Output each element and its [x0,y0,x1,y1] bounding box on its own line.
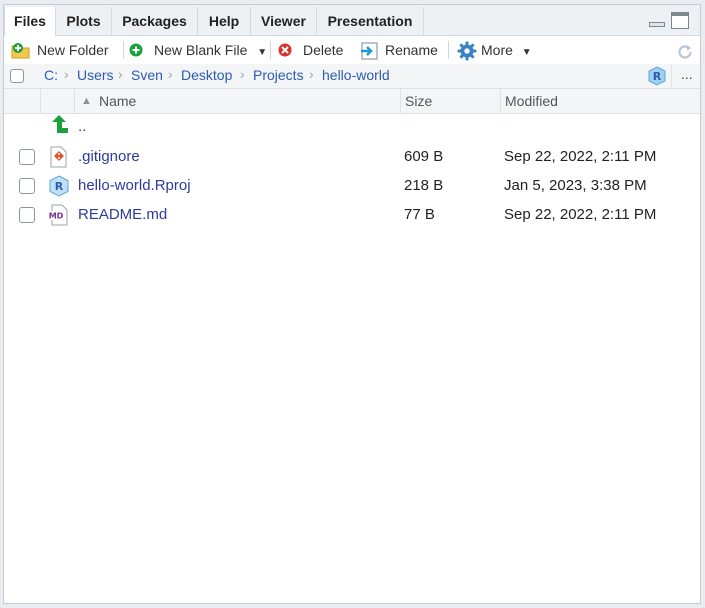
tab-files[interactable]: Files [4,7,56,36]
files-toolbar: New Folder New Blank File ▼ Delete Renam… [4,36,700,65]
breadcrumb-more-button[interactable]: ... [681,66,693,82]
tab-plots[interactable]: Plots [56,7,112,35]
rproj-file-icon: R [49,175,69,197]
name-column-header[interactable]: ▲ Name [74,89,400,113]
tab-viewer[interactable]: Viewer [251,7,317,35]
go-to-project-directory-button[interactable]: R [647,66,667,89]
file-checkbox[interactable] [19,207,35,223]
size-column-header[interactable]: Size [400,89,500,113]
breadcrumb-separator-icon: › [64,66,69,82]
file-modified: Jan 5, 2023, 3:38 PM [504,177,647,194]
breadcrumb-item-users[interactable]: Users [77,67,114,83]
go-up-arrow-icon [52,115,68,133]
breadcrumb-separator-icon: › [240,66,245,82]
new-folder-button[interactable]: New Folder [11,39,109,61]
file-checkbox[interactable] [19,178,35,194]
breadcrumb-separator-icon: › [168,66,173,82]
file-modified: Sep 22, 2022, 2:11 PM [504,148,657,165]
file-checkbox[interactable] [19,149,35,165]
delete-button[interactable]: Delete [277,39,343,61]
breadcrumb-separator-icon: › [309,66,314,82]
tab-presentation[interactable]: Presentation [317,7,424,35]
rproj-icon: R [648,66,666,86]
markdown-file-icon: MD [48,204,68,226]
rproj-icon-glyph: R [653,70,662,83]
tab-help[interactable]: Help [198,7,251,35]
git-file-icon [50,146,67,168]
sort-ascending-icon: ▲ [81,95,92,107]
breadcrumb-item-hello-world[interactable]: hello-world [322,67,390,83]
files-pane: Files Plots Packages Help Viewer Present… [3,4,701,604]
minimize-icon [649,22,665,27]
file-size: 609 B [404,148,444,165]
minimize-pane-button[interactable] [649,14,665,28]
breadcrumb-item-c[interactable]: C: [44,67,58,83]
file-size: 218 B [404,177,444,194]
new-blank-file-button[interactable]: New Blank File ▼ [129,39,267,61]
add-file-icon [129,43,143,57]
breadcrumb-item-sven[interactable]: Sven [131,67,163,83]
rproj-file-icon-glyph: R [55,180,64,193]
parent-directory-link[interactable]: .. [78,118,86,135]
more-button[interactable]: More ▼ [457,39,532,61]
rename-button[interactable]: Rename [359,39,438,61]
breadcrumb-separator-icon: › [118,66,123,82]
rename-icon [361,42,378,60]
maximize-icon [672,13,688,16]
toolbar-divider [448,41,449,59]
file-row: R hello-world.Rproj 218 B Jan 5, 2023, 3… [4,172,700,201]
toolbar-divider [123,41,124,59]
delete-icon [278,43,292,57]
refresh-icon [678,45,692,59]
toolbar-divider [270,41,271,59]
header-icon-column [40,89,74,113]
breadcrumb-divider [671,64,672,88]
file-row: .gitignore 609 B Sep 22, 2022, 2:11 PM [4,143,700,172]
breadcrumb-item-projects[interactable]: Projects [253,67,304,83]
breadcrumb-item-desktop[interactable]: Desktop [181,67,232,83]
file-name-link[interactable]: hello-world.Rproj [78,177,191,194]
chevron-down-icon: ▼ [257,47,268,58]
markdown-file-icon-badge: MD [49,212,64,221]
chevron-down-icon: ▼ [521,47,532,58]
parent-directory-row[interactable]: .. [4,114,700,143]
file-row: MD README.md 77 B Sep 22, 2022, 2:11 PM [4,201,700,230]
tab-packages[interactable]: Packages [112,7,198,35]
file-modified: Sep 22, 2022, 2:11 PM [504,206,657,223]
maximize-pane-button[interactable] [671,12,689,29]
modified-column-header[interactable]: Modified [500,89,700,113]
file-name-link[interactable]: README.md [78,206,167,223]
gear-icon [457,41,477,61]
refresh-button[interactable] [676,40,694,62]
tab-bar: Files Plots Packages Help Viewer Present… [4,5,700,36]
file-list-header: ▲ Name Size Modified [4,89,700,114]
breadcrumb-checkbox[interactable] [10,69,24,83]
file-size: 77 B [404,206,435,223]
file-name-link[interactable]: .gitignore [78,148,140,165]
breadcrumb: C: › Users › Sven › Desktop › Projects ›… [4,64,700,89]
new-folder-icon [11,43,30,59]
